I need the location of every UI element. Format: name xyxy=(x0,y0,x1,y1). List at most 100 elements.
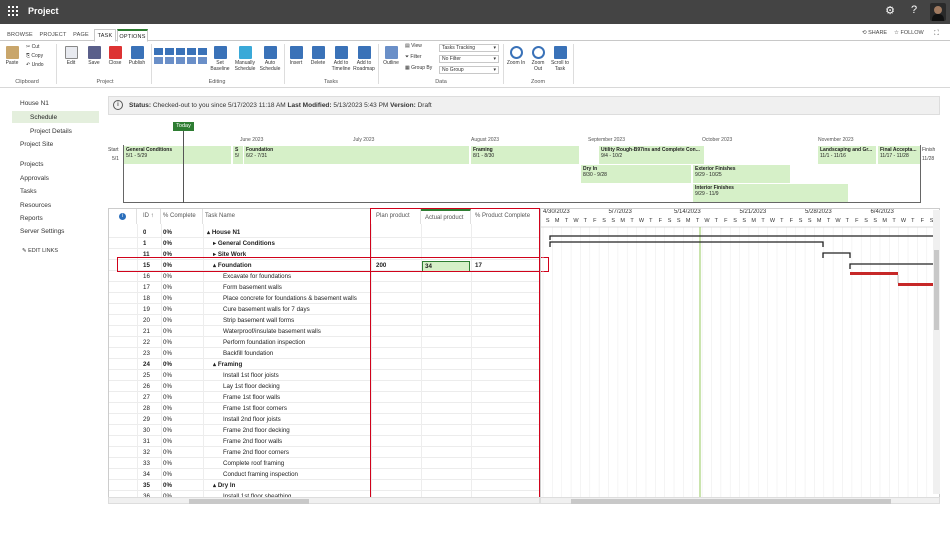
group-select[interactable]: No Group xyxy=(439,66,499,74)
cell-pct-complete[interactable]: 0% xyxy=(163,436,172,447)
scroll-to-task-button[interactable]: Scroll to Task xyxy=(549,46,571,72)
outline-button[interactable]: Outline xyxy=(381,46,401,67)
add-to-roadmap-button[interactable]: Add to Roadmap xyxy=(353,46,375,72)
nav-item-projects[interactable]: Projects xyxy=(20,161,43,168)
cell-task-name[interactable]: Frame 1st floor corners xyxy=(223,403,287,414)
edit-links-button[interactable]: ✎ EDIT LINKS xyxy=(22,248,58,254)
cell-id[interactable]: 31 xyxy=(143,436,150,447)
cell-task-name[interactable]: Waterproof/insulate basement walls xyxy=(223,326,321,337)
nav-item-project-site[interactable]: Project Site xyxy=(20,141,53,148)
add-to-timeline-button[interactable]: Add to Timeline xyxy=(330,46,352,72)
cell-pct-complete[interactable]: 0% xyxy=(163,293,172,304)
cell-task-name[interactable]: Frame 2nd floor corners xyxy=(223,447,289,458)
timeline-bar[interactable]: Foundation 6/2 - 7/31 xyxy=(244,146,469,164)
close-button[interactable]: Close xyxy=(106,46,124,67)
manually-schedule-button[interactable]: Manually Schedule xyxy=(233,46,257,72)
timeline-bar[interactable]: Exterior Finishes 9/29 - 10/25 xyxy=(693,165,790,183)
view-select[interactable]: Tasks Tracking xyxy=(439,44,499,52)
cell-task-name[interactable]: Cure basement walls for 7 days xyxy=(223,304,310,315)
cell-pct-complete[interactable]: 0% xyxy=(163,304,172,315)
cell-task-name[interactable]: Lay 1st floor decking xyxy=(223,381,280,392)
cell-pct-complete[interactable]: 0% xyxy=(163,392,172,403)
paste-button[interactable]: Paste xyxy=(4,46,20,67)
tab-project[interactable]: PROJECT xyxy=(38,29,68,41)
cell-task-name[interactable]: Backfill foundation xyxy=(223,348,273,359)
timeline-bar[interactable]: Interior Finishes 9/29 - 11/9 xyxy=(693,184,848,202)
undo-button[interactable]: ↶ Undo xyxy=(26,62,44,69)
cell-id[interactable]: 24 xyxy=(143,359,150,370)
cell-id[interactable]: 26 xyxy=(143,381,150,392)
cell-task-name[interactable]: Strip basement wall forms xyxy=(223,315,294,326)
publish-button[interactable]: Publish xyxy=(127,46,147,67)
tab-page[interactable]: PAGE xyxy=(70,29,92,41)
cell-id[interactable]: 20 xyxy=(143,315,150,326)
indent-outline-tools[interactable] xyxy=(154,48,207,68)
cell-id[interactable]: 30 xyxy=(143,425,150,436)
follow-button[interactable]: ☆ FOLLOW xyxy=(894,30,924,36)
cell-id[interactable]: 29 xyxy=(143,414,150,425)
cell-pct-complete[interactable]: 0% xyxy=(163,480,172,491)
nav-item-server-settings[interactable]: Server Settings xyxy=(20,228,64,235)
cell-id[interactable]: 28 xyxy=(143,403,150,414)
cell-pct-complete[interactable]: 0% xyxy=(163,469,172,480)
cell-id[interactable]: 16 xyxy=(143,271,150,282)
timeline-bar[interactable]: Landscaping and Gr... 11/1 - 11/16 xyxy=(818,146,876,164)
cell-task-name[interactable]: Frame 1st floor walls xyxy=(223,392,280,403)
cell-id[interactable]: 33 xyxy=(143,458,150,469)
timeline[interactable]: Start 5/1 Finish 11/28 June 2023 July 20… xyxy=(108,120,940,204)
cell-task-name[interactable]: Install 1st floor joists xyxy=(223,370,279,381)
zoom-out-button[interactable]: Zoom Out xyxy=(528,46,548,72)
cell-task-name[interactable]: Frame 2nd floor decking xyxy=(223,425,290,436)
cell-id[interactable]: 25 xyxy=(143,370,150,381)
cell-id[interactable]: 17 xyxy=(143,282,150,293)
gantt-horizontal-scrollbar[interactable] xyxy=(540,497,940,504)
cell-pct-complete[interactable]: 0% xyxy=(163,447,172,458)
edit-button[interactable]: Edit xyxy=(62,46,80,67)
help-icon[interactable]: ? xyxy=(906,4,922,16)
focus-icon[interactable]: ⛶ xyxy=(934,30,939,38)
nav-item-house-n1[interactable]: House N1 xyxy=(20,100,49,107)
cell-pct-complete[interactable]: 0% xyxy=(163,381,172,392)
cell-pct-complete[interactable]: 0% xyxy=(163,348,172,359)
cell-id[interactable]: 0 xyxy=(143,227,146,238)
nav-item-approvals[interactable]: Approvals xyxy=(20,175,49,182)
timeline-bar[interactable]: Utility Rough-B97ins and Complete Con...… xyxy=(599,146,704,164)
cell-task-name[interactable]: Frame 2nd floor walls xyxy=(223,436,282,447)
cell-task-name[interactable]: Perform foundation inspection xyxy=(223,337,305,348)
scroll-thumb[interactable] xyxy=(571,499,891,504)
cell-id[interactable]: 23 xyxy=(143,348,150,359)
column-header-task-name[interactable]: Task Name xyxy=(203,209,371,224)
scroll-thumb[interactable] xyxy=(189,499,309,504)
share-button[interactable]: ⟲ SHARE xyxy=(862,30,887,36)
auto-schedule-button[interactable]: Auto Schedule xyxy=(258,46,282,72)
nav-item-tasks[interactable]: Tasks xyxy=(20,188,37,195)
cell-task-name[interactable]: Install 2nd floor joists xyxy=(223,414,281,425)
cut-button[interactable]: ✂ Cut xyxy=(26,44,39,51)
cell-task-name[interactable]: Complete roof framing xyxy=(223,458,284,469)
nav-item-schedule[interactable]: Schedule xyxy=(30,114,57,121)
app-launcher-icon[interactable] xyxy=(7,5,19,17)
cell-pct-complete[interactable]: 0% xyxy=(163,315,172,326)
cell-pct-complete[interactable]: 0% xyxy=(163,238,172,249)
cell-id[interactable]: 22 xyxy=(143,337,150,348)
set-baseline-button[interactable]: Set Baseline xyxy=(208,46,232,72)
tab-browse[interactable]: BROWSE xyxy=(6,29,34,41)
cell-pct-complete[interactable]: 0% xyxy=(163,370,172,381)
column-header-pct-complete[interactable]: % Complete xyxy=(161,209,203,224)
nav-item-resources[interactable]: Resources xyxy=(20,202,51,209)
filter-select[interactable]: No Filter xyxy=(439,55,499,63)
cell-id[interactable]: 34 xyxy=(143,469,150,480)
cell-id[interactable]: 35 xyxy=(143,480,150,491)
timeline-bar[interactable]: Framing 8/1 - 8/30 xyxy=(471,146,579,164)
copy-button[interactable]: ⎘ Copy xyxy=(26,53,43,60)
cell-id[interactable]: 21 xyxy=(143,326,150,337)
cell-task-name[interactable]: Conduct framing inspection xyxy=(223,469,298,480)
cell-pct-complete[interactable]: 0% xyxy=(163,282,172,293)
gantt-chart[interactable]: 4/30/2023 S M T W T F S 5/7/2023 S M T W T F S 5/14/2023… xyxy=(540,208,940,498)
cell-pct-complete[interactable]: 0% xyxy=(163,458,172,469)
cell-id[interactable]: 18 xyxy=(143,293,150,304)
column-header-id[interactable]: ID ↑ xyxy=(137,209,161,224)
cell-task-name[interactable]: ▴ House N1 xyxy=(207,227,240,238)
cell-id[interactable]: 19 xyxy=(143,304,150,315)
gantt-vertical-scrollbar[interactable] xyxy=(933,210,940,494)
